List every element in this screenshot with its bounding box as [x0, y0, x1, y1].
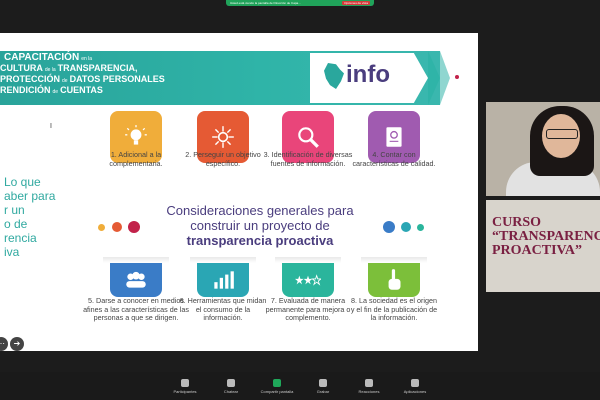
- center-line-2: construir un proyecto de: [190, 218, 330, 233]
- decor-dot: [401, 222, 411, 232]
- slide-center-title: Consideraciones generales para construir…: [135, 203, 385, 248]
- share-message: Usted está viendo la pantalla de Direcci…: [230, 1, 301, 5]
- state-map-icon: [324, 63, 344, 89]
- left-partial-text: Lo que aber para r un o de rencia iva: [4, 175, 56, 259]
- card-6-icon-tile: [197, 263, 249, 297]
- slide-banner: CAPACITACIÓN en la CULTURA de la TRANSPAREN…: [0, 51, 440, 105]
- center-line-1: Consideraciones generales para: [166, 203, 354, 218]
- banner-line-1: CAPACITACIÓN en la: [4, 52, 93, 63]
- card-8-icon-tile: [368, 263, 420, 297]
- reactions-icon: [365, 378, 373, 387]
- share-screen-button[interactable]: Compartir pantalla: [261, 378, 293, 394]
- card-6-shadow: [190, 257, 256, 263]
- decor-dot: [128, 221, 140, 233]
- apps-button[interactable]: Aplicaciones: [399, 378, 431, 394]
- card-7-shadow: [275, 257, 341, 263]
- participants-button[interactable]: Participantes: [169, 378, 201, 394]
- chat-button[interactable]: Chatear: [215, 378, 247, 394]
- text-cursor-icon: I: [50, 123, 52, 130]
- card-3-text: 3. Identificación de diversas fuentes de…: [263, 150, 353, 168]
- banner-line-3: PROTECCIÓN de DATOS PERSONALES: [0, 74, 165, 84]
- meeting-toolbar: Participantes Chatear Compartir pantalla…: [0, 372, 600, 400]
- chevron-right-icon: [428, 51, 440, 105]
- decor-dot: [383, 221, 395, 233]
- card-5-text: 5. Darse a conocer en medios afines a la…: [83, 296, 189, 323]
- decor-dot: [417, 224, 424, 231]
- card-8-shadow: [361, 257, 427, 263]
- glasses-icon: [546, 129, 578, 139]
- next-slide-icon[interactable]: ➔: [10, 337, 24, 351]
- more-options-icon[interactable]: ⋯: [0, 337, 8, 351]
- view-options-button[interactable]: Opciones de vista: [342, 1, 370, 5]
- chevron-right-icon: [440, 51, 450, 105]
- bar-chart-icon: [197, 263, 249, 297]
- people-icon: [110, 263, 162, 297]
- card-6-text: 6. Herramientas que midan el consumo de …: [179, 296, 267, 323]
- course-title: CURSO “TRANSPARENC PROACTIVA”: [492, 215, 600, 258]
- center-line-3: transparencia proactiva: [186, 233, 334, 248]
- card-4-text: 4. Contar con características de calidad…: [352, 150, 436, 168]
- pointing-hand-icon: [368, 263, 420, 297]
- card-7-text: 7. Evaluada de manera permanente para me…: [265, 296, 351, 323]
- participant-video-course[interactable]: CURSO “TRANSPARENC PROACTIVA”: [486, 200, 600, 292]
- screen-share-banner: Usted está viendo la pantalla de Direcci…: [226, 0, 374, 6]
- apps-icon: [411, 378, 419, 387]
- card-1-text: 1. Adicional a la complementaria.: [109, 150, 163, 168]
- stars-icon: [282, 263, 334, 297]
- card-5-icon-tile: [110, 263, 162, 297]
- info-logo: info: [310, 53, 428, 103]
- reactions-button[interactable]: Reacciones: [353, 378, 385, 394]
- banner-line-2: CULTURA de la TRANSPARENCIA,: [0, 63, 138, 73]
- card-8-text: 8. La sociedad es el origen y el fin de …: [350, 296, 438, 323]
- red-dot: [455, 75, 459, 79]
- decor-dot: [112, 222, 122, 232]
- participants-icon: [181, 378, 189, 387]
- share-screen-icon: [273, 378, 281, 387]
- logo-text: info: [346, 61, 390, 88]
- decor-dot: [98, 224, 105, 231]
- card-2-text: 2. Perseguir un objetivo específico.: [185, 150, 261, 168]
- chat-icon: [227, 378, 235, 387]
- card-7-icon-tile: [282, 263, 334, 297]
- participant-video-presenter[interactable]: [486, 102, 600, 196]
- record-icon: [319, 378, 327, 387]
- banner-line-4: RENDICIÓN de CUENTAS: [0, 85, 103, 95]
- record-button[interactable]: Grabar: [307, 378, 339, 394]
- shared-slide: CAPACITACIÓN en la CULTURA de la TRANSPAREN…: [0, 33, 478, 351]
- card-5-shadow: [103, 257, 169, 263]
